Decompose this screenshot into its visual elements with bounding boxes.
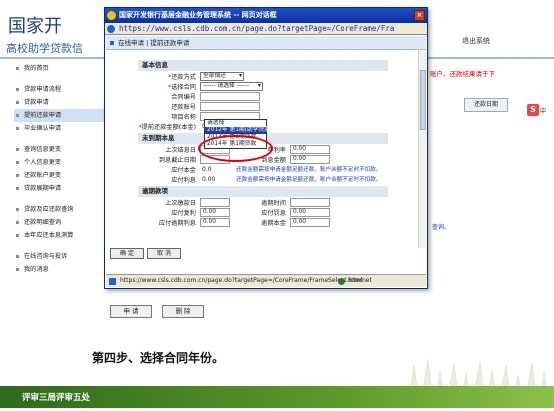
status-url: https://www.csls.cdb.com.cn/page.do?targ…: [120, 277, 363, 284]
red-notice: 账户。还款结果请于下: [430, 70, 495, 78]
prepay-dialog-window: 国家开发银行基层金融业务管理系统 -- 网页对话框 × https://www.…: [104, 7, 428, 289]
due-penalty-field: 0.00: [290, 207, 330, 217]
due-penalty-label: 应付罚息: [261, 209, 286, 217]
sidebar-item-repay-detail[interactable]: 还款明细查询: [14, 216, 106, 229]
vertical-scrollbar[interactable]: [418, 50, 426, 248]
section-overdue: 逾期款项: [138, 186, 388, 197]
sidebar-item-query-change[interactable]: 查询信息更变: [14, 143, 106, 156]
last-pay-label: 上次缴款日: [165, 199, 196, 207]
ie-icon: [107, 11, 116, 20]
due-overdue-interest-label: 应付逾期利息: [158, 219, 196, 227]
address-url: https://www.csls.cdb.com.cn/page.do?targ…: [119, 24, 395, 33]
step-caption: 第四步、选择合同年份。: [92, 351, 225, 365]
status-bar: https://www.csls.cdb.com.cn/page.do?targ…: [106, 274, 426, 287]
sidebar-item-calc[interactable]: 本年应还本息测算: [14, 229, 106, 242]
sidebar-item-home[interactable]: 我的首页: [14, 62, 106, 75]
close-icon[interactable]: ×: [414, 10, 425, 21]
sidebar-item-loan-apply[interactable]: 贷款申请: [14, 96, 106, 109]
internet-zone: Internet: [338, 275, 372, 287]
blue-notice: 查询。: [432, 224, 451, 231]
dropdown-option-selected[interactable]: 2012年 第1期(助学贷款): [205, 127, 272, 134]
repay-method-select[interactable]: 全部偿还: [200, 71, 244, 81]
page-actions: 申 请 删 除: [110, 305, 204, 318]
interest-end-label: 到息截止日期: [158, 156, 196, 164]
overdue-principal-field: 0.00: [290, 217, 330, 227]
due-principal-value: 0.0: [202, 165, 212, 173]
delete-button[interactable]: 删 除: [162, 305, 204, 318]
prepay-amount-label: 提前还款金额(本金): [138, 122, 200, 131]
dialog-title: 国家开发银行基层金融业务管理系统 -- 网页对话框: [119, 11, 277, 19]
repay-account-field: [200, 101, 260, 111]
repay-account-label: 还款账号: [171, 103, 196, 111]
contract-select[interactable]: ------ 请选择 ------: [200, 81, 263, 91]
contract-no-field: [200, 91, 260, 101]
sidebar-item-account-change[interactable]: 还款账户更变: [14, 169, 106, 182]
portal-title: 国家开: [8, 16, 62, 37]
sidebar-item-extension[interactable]: 贷款展期申请: [14, 182, 106, 195]
dialog-titlebar[interactable]: 国家开发银行基层金融业务管理系统 -- 网页对话框 ×: [105, 8, 427, 23]
sidebar-item-loan-query[interactable]: 贷款及应还款查询: [14, 203, 106, 216]
principal-note: 还款金额需按申请金额足额还款，账户余额不足时不扣款。: [236, 167, 382, 173]
contract-label: 选择合同: [138, 82, 200, 91]
due-principal-label: 应付本金: [171, 166, 196, 174]
due-overdue-interest-field: 0.00: [200, 217, 230, 227]
due-compound-label: 应付复利: [171, 209, 196, 217]
section-basic-info: 基本信息: [138, 60, 388, 71]
repay-method-label: 还款方式: [138, 72, 200, 81]
interest-note: 还款金额需按申请金额足额还款，账户余额不足时不扣款。: [236, 177, 382, 183]
sidebar-nav: 我的首页 贷款申请流程 贷款申请 提前还款申请 毕业确认申请 查询信息更变 个人…: [14, 62, 106, 276]
last-settle-label: 上次结息日: [165, 146, 196, 154]
portal-subtitle: 高校助学贷款信: [6, 42, 83, 55]
repay-date-header: 还款日期: [464, 98, 508, 112]
cancel-button[interactable]: 取 消: [147, 248, 181, 259]
exit-link[interactable]: 退出系统: [462, 36, 490, 46]
sidebar-item-personal-change[interactable]: 个人信息更变: [14, 156, 106, 169]
project-name-label: 项目名称: [171, 113, 196, 121]
address-bar: https://www.csls.cdb.com.cn/page.do?targ…: [105, 23, 427, 35]
input-method-icon: S: [527, 104, 539, 116]
dialog-body: 在线申请 | 提前还款申请 基本信息 还款方式 全部偿还 选择合同 ------…: [106, 36, 426, 266]
contract-no-label: 合同编号: [171, 93, 196, 101]
due-compound-field: 0.00: [200, 207, 230, 217]
sidebar-item-messages[interactable]: 我的消息: [14, 263, 106, 276]
overdue-time-label: 逾期时间: [261, 199, 286, 207]
due-interest-value: 0.00: [202, 175, 216, 183]
overdue-principal-label: 逾期本金: [261, 219, 286, 227]
ime-label: 中: [540, 108, 547, 115]
interest-amount-field: 0.00: [290, 154, 330, 164]
dialog-actions: 确 定 取 消: [110, 248, 181, 259]
footer-org-name: 评审三局评审五处: [22, 393, 91, 403]
annual-rate-field: 0.00: [290, 144, 330, 154]
last-pay-field: [200, 197, 230, 207]
page-status-icon: [109, 278, 116, 285]
dropdown-option[interactable]: 请选择: [205, 120, 266, 127]
dialog-breadcrumb: 在线申请 | 提前还款申请: [106, 36, 426, 50]
confirm-button[interactable]: 确 定: [110, 248, 144, 259]
sidebar-item-consult[interactable]: 在线咨询与投诉: [14, 250, 106, 263]
highlight-ellipse: [198, 135, 273, 162]
page-icon: [107, 25, 115, 33]
apply-button[interactable]: 申 请: [110, 305, 152, 318]
sidebar-item-loan-flow[interactable]: 贷款申请流程: [14, 83, 106, 96]
sidebar-item-prepay[interactable]: 提前还款申请: [14, 109, 106, 122]
sidebar-item-graduation[interactable]: 毕业确认申请: [14, 122, 106, 135]
due-interest-label: 应付利息: [171, 176, 196, 184]
overdue-time-field: [290, 197, 330, 207]
